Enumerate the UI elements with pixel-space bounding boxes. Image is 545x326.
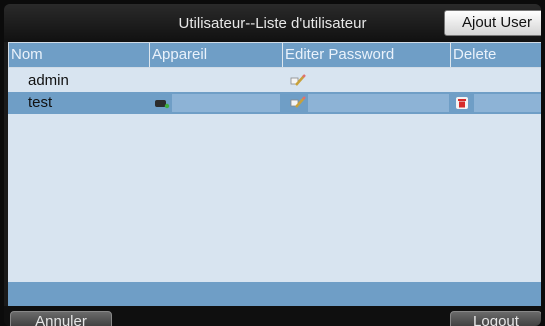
edit-password-icon[interactable] (290, 96, 306, 110)
logout-button[interactable]: Logout (450, 311, 541, 326)
column-header-nom[interactable]: Nom (9, 43, 150, 67)
app-window: Utilisateur--Liste d'utilisateur Ajout U… (4, 4, 541, 326)
device-icon[interactable] (154, 96, 170, 110)
column-header-editer-password[interactable]: Editer Password (283, 43, 451, 67)
table-footer (8, 282, 541, 306)
cell-highlight (474, 94, 541, 112)
user-name: admin (28, 72, 69, 89)
user-table: Nom Appareil Editer Password Delete admi… (8, 42, 541, 306)
cell-highlight (172, 94, 280, 112)
add-user-button[interactable]: Ajout User (444, 10, 541, 36)
edit-password-icon[interactable] (290, 74, 306, 88)
bottom-bar: Annuler Logout (4, 306, 541, 326)
user-name: test (28, 94, 53, 111)
table-row-selected[interactable]: test (8, 92, 541, 114)
cancel-button[interactable]: Annuler (10, 311, 112, 326)
table-row[interactable]: admin (8, 70, 541, 92)
column-header-appareil[interactable]: Appareil (150, 43, 283, 67)
trash-icon[interactable] (454, 96, 470, 110)
column-header-delete[interactable]: Delete (451, 43, 541, 67)
cell-highlight (308, 94, 449, 112)
table-header: Nom Appareil Editer Password Delete (8, 42, 541, 68)
title-bar: Utilisateur--Liste d'utilisateur Ajout U… (4, 4, 541, 42)
